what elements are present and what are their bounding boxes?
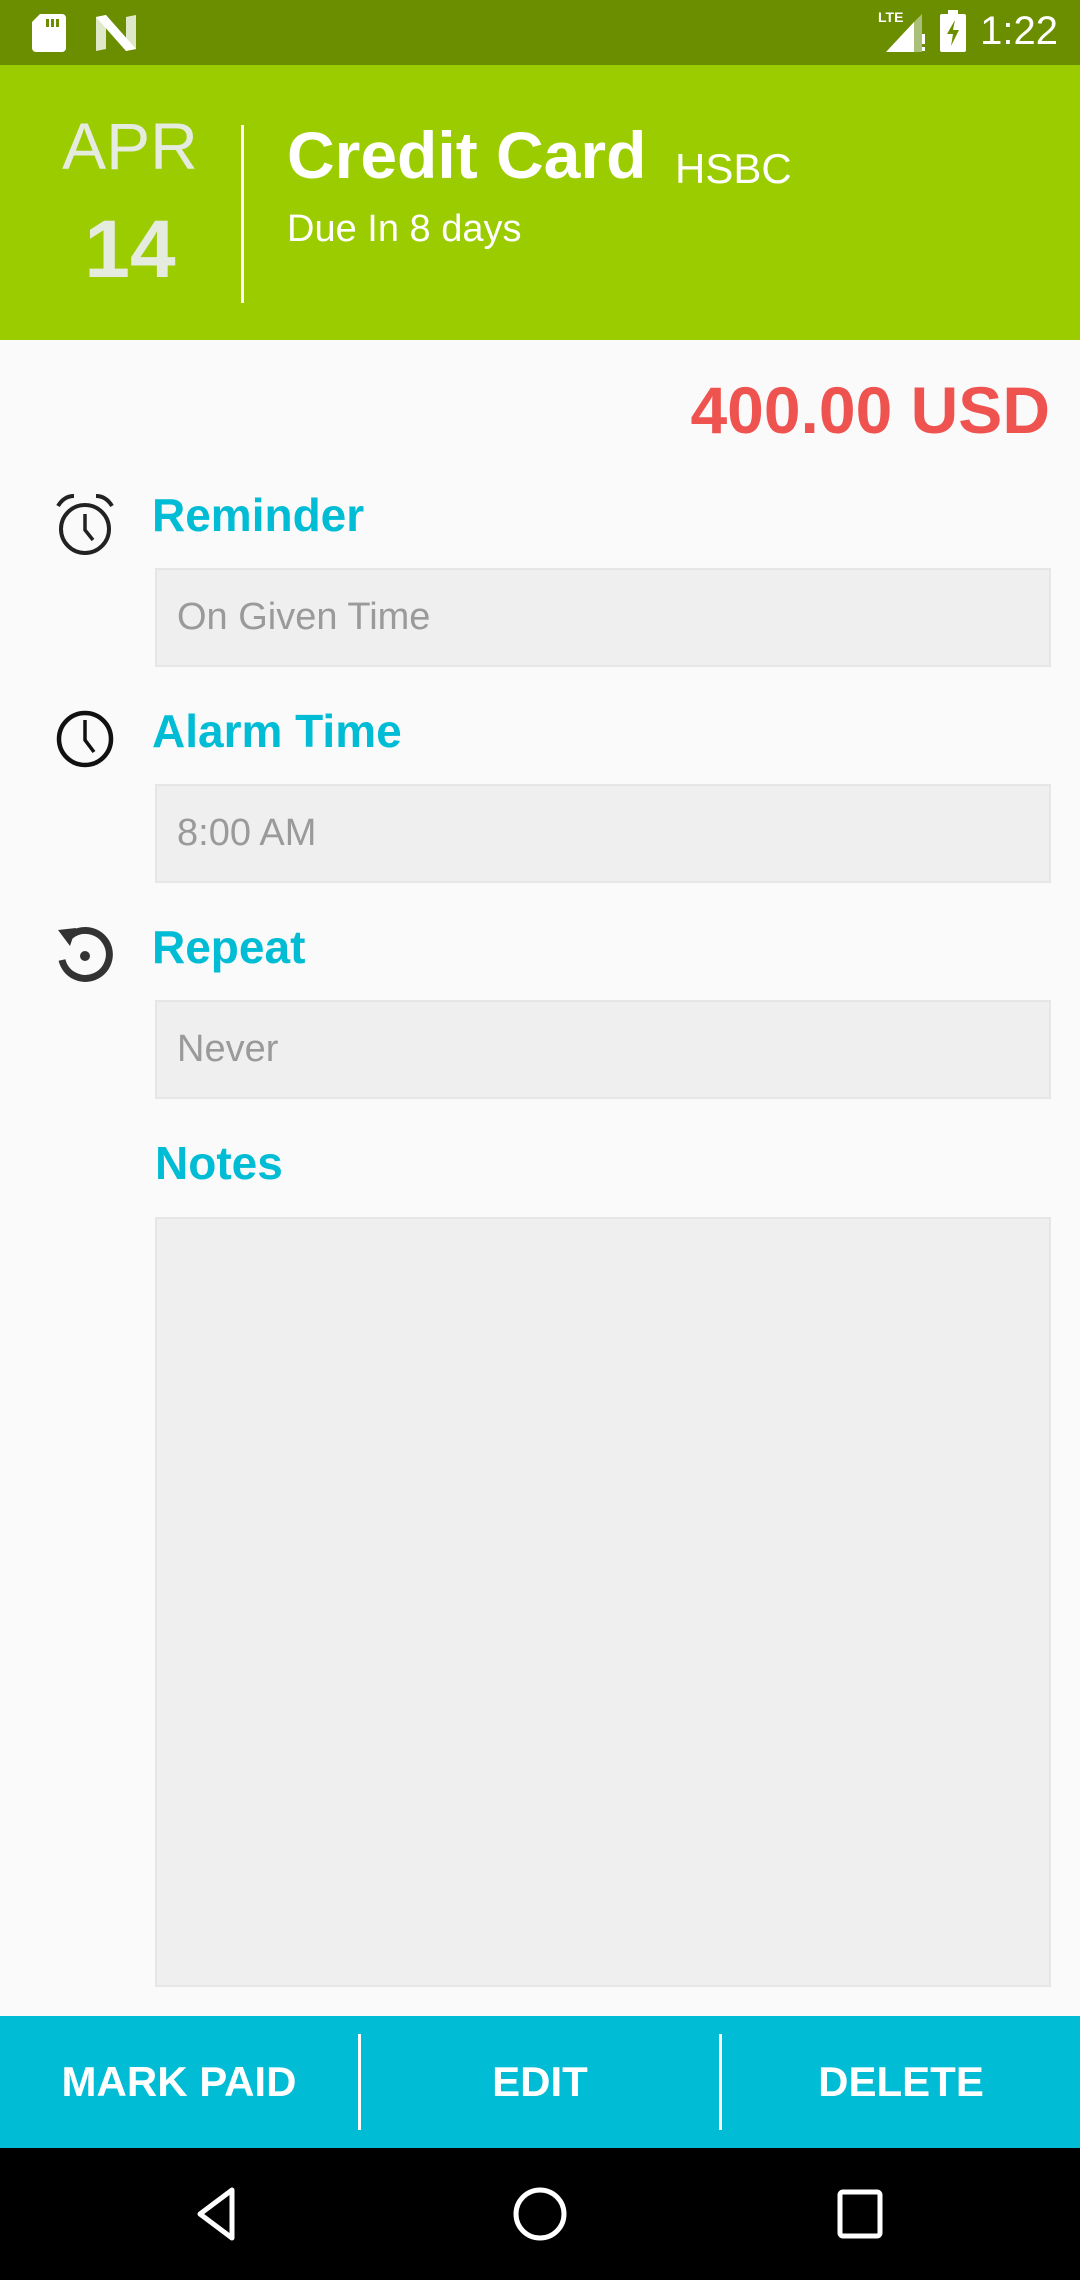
bill-payee: HSBC bbox=[675, 145, 792, 192]
back-icon[interactable] bbox=[190, 2184, 250, 2244]
clock-icon bbox=[56, 710, 114, 768]
sd-card-icon bbox=[32, 14, 66, 52]
alarm-time-field[interactable]: 8:00 AM bbox=[155, 784, 1051, 883]
action-bar: MARK PAID EDIT DELETE bbox=[0, 2016, 1080, 2148]
n-notification-icon bbox=[96, 15, 136, 51]
alarm-time-label: Alarm Time bbox=[152, 705, 402, 757]
clock-time: 1:22 bbox=[980, 8, 1058, 53]
repeat-label: Repeat bbox=[152, 921, 306, 973]
notes-field[interactable] bbox=[155, 1217, 1051, 1987]
reminder-field[interactable]: On Given Time bbox=[155, 568, 1051, 667]
bill-amount: 400.00 USD bbox=[690, 373, 1050, 447]
alarm-clock-icon bbox=[56, 494, 114, 555]
notes-label: Notes bbox=[155, 1137, 283, 1189]
due-date: APR 14 bbox=[60, 113, 200, 291]
repeat-field[interactable]: Never bbox=[155, 1000, 1051, 1099]
header-divider bbox=[241, 125, 244, 303]
svg-text:LTE: LTE bbox=[878, 9, 903, 25]
mark-paid-button[interactable]: MARK PAID bbox=[0, 2016, 358, 2148]
recents-icon[interactable] bbox=[830, 2184, 890, 2244]
reminder-label: Reminder bbox=[152, 489, 365, 541]
battery-charging-icon bbox=[940, 10, 967, 52]
due-month: APR bbox=[62, 109, 198, 183]
due-day: 14 bbox=[84, 204, 176, 295]
status-bar: LTE 1:22 bbox=[0, 0, 1080, 65]
bill-title: Credit Card bbox=[287, 118, 647, 192]
bill-header: APR 14 Credit Card HSBC Due In 8 days bbox=[0, 65, 1080, 340]
home-icon[interactable] bbox=[510, 2184, 570, 2244]
lte-signal-icon: LTE bbox=[878, 9, 926, 52]
delete-button[interactable]: DELETE bbox=[722, 2016, 1080, 2148]
due-in-text: Due In 8 days bbox=[287, 208, 522, 250]
navigation-bar bbox=[0, 2148, 1080, 2280]
edit-button[interactable]: EDIT bbox=[361, 2016, 719, 2148]
repeat-icon bbox=[58, 926, 113, 982]
